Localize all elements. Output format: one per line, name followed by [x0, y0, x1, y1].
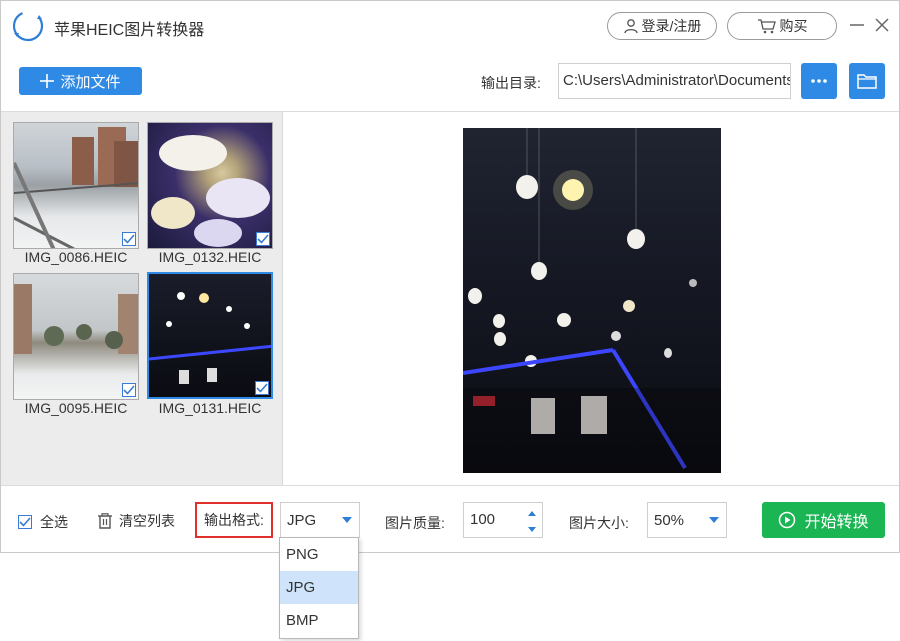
title-bar: 苹果HEIC图片转换器 登录/注册 购买	[1, 1, 899, 51]
check-icon	[123, 234, 135, 244]
buy-button[interactable]: 购买	[727, 12, 837, 40]
clear-list-button[interactable]: 清空列表	[97, 511, 175, 531]
clear-list-label: 清空列表	[119, 513, 175, 529]
quality-stepper[interactable]: 100	[463, 502, 543, 538]
output-format-select[interactable]: JPG	[280, 502, 360, 538]
open-folder-button[interactable]	[849, 63, 885, 99]
thumbnail-checkbox[interactable]	[122, 232, 136, 246]
preview-image	[463, 128, 721, 473]
select-all-checkbox[interactable]: 全选	[18, 512, 68, 532]
user-icon	[623, 19, 638, 34]
login-label: 登录/注册	[641, 18, 702, 34]
output-dir-field[interactable]: C:\Users\Administrator\Documents	[558, 63, 791, 99]
buy-label: 购买	[779, 18, 808, 34]
thumbnail-image	[151, 135, 270, 247]
thumbnail-item[interactable]	[147, 122, 273, 249]
thumbnail-image	[14, 284, 138, 354]
image-size-label: 图片大小:	[569, 515, 629, 531]
check-icon	[123, 385, 135, 395]
output-format-value: JPG	[287, 511, 317, 529]
thumbnail-item[interactable]	[13, 122, 139, 249]
plus-icon	[40, 74, 55, 88]
quality-value: 100	[470, 511, 496, 528]
thumbnail-label: IMG_0086.HEIC	[24, 249, 128, 265]
minimize-icon	[850, 24, 864, 26]
thumbnail-checkbox[interactable]	[122, 383, 136, 397]
thumbnail-checkbox[interactable]	[256, 232, 270, 246]
output-format-label-text: 输出格式:	[204, 512, 264, 528]
add-file-button[interactable]: 添加文件	[19, 67, 142, 95]
cart-icon	[757, 19, 776, 34]
thumbnail-item[interactable]	[147, 272, 273, 399]
format-option-jpg[interactable]: JPG	[280, 571, 358, 604]
thumbnail-checkbox[interactable]	[255, 381, 269, 395]
close-icon	[875, 18, 889, 32]
output-format-label: 输出格式:	[195, 502, 273, 538]
trash-icon	[98, 513, 112, 529]
check-icon	[19, 517, 31, 527]
add-file-label: 添加文件	[60, 73, 121, 91]
app-title: 苹果HEIC图片转换器	[54, 22, 205, 39]
spin-down-icon[interactable]	[526, 523, 538, 535]
select-all-label: 全选	[40, 514, 68, 530]
start-convert-label: 开始转换	[804, 514, 869, 531]
close-button[interactable]	[873, 15, 891, 35]
thumbnail-image	[14, 127, 138, 248]
login-button[interactable]: 登录/注册	[607, 12, 717, 40]
folder-icon	[857, 74, 877, 89]
spin-up-icon[interactable]	[526, 507, 538, 519]
thumbnail-label: IMG_0132.HEIC	[158, 249, 262, 265]
start-convert-button[interactable]: 开始转换	[762, 502, 885, 538]
image-size-value: 50%	[654, 511, 685, 529]
thumbnail-item[interactable]	[13, 273, 139, 400]
check-icon	[256, 383, 268, 393]
format-dropdown-list: PNG JPG BMP	[279, 537, 359, 639]
ellipsis-icon	[811, 79, 827, 83]
check-icon	[257, 234, 269, 244]
chevron-down-icon	[702, 503, 726, 537]
format-option-png[interactable]: PNG	[280, 538, 358, 571]
app-logo	[11, 9, 45, 43]
more-options-button[interactable]	[801, 63, 837, 99]
thumbnail-label: IMG_0131.HEIC	[158, 400, 262, 416]
minimize-button[interactable]	[848, 15, 866, 35]
app-window: 苹果HEIC图片转换器 登录/注册 购买 添加文件 输出目录: C:\Users…	[0, 0, 900, 553]
checkbox-box	[18, 515, 32, 529]
divider	[1, 485, 899, 486]
output-dir-label: 输出目录:	[481, 75, 541, 91]
chevron-down-icon	[335, 503, 359, 537]
format-option-bmp[interactable]: BMP	[280, 604, 358, 637]
thumbnail-label: IMG_0095.HEIC	[24, 400, 128, 416]
image-size-select[interactable]: 50%	[647, 502, 727, 538]
quality-label: 图片质量:	[385, 515, 445, 531]
play-icon	[779, 511, 796, 529]
